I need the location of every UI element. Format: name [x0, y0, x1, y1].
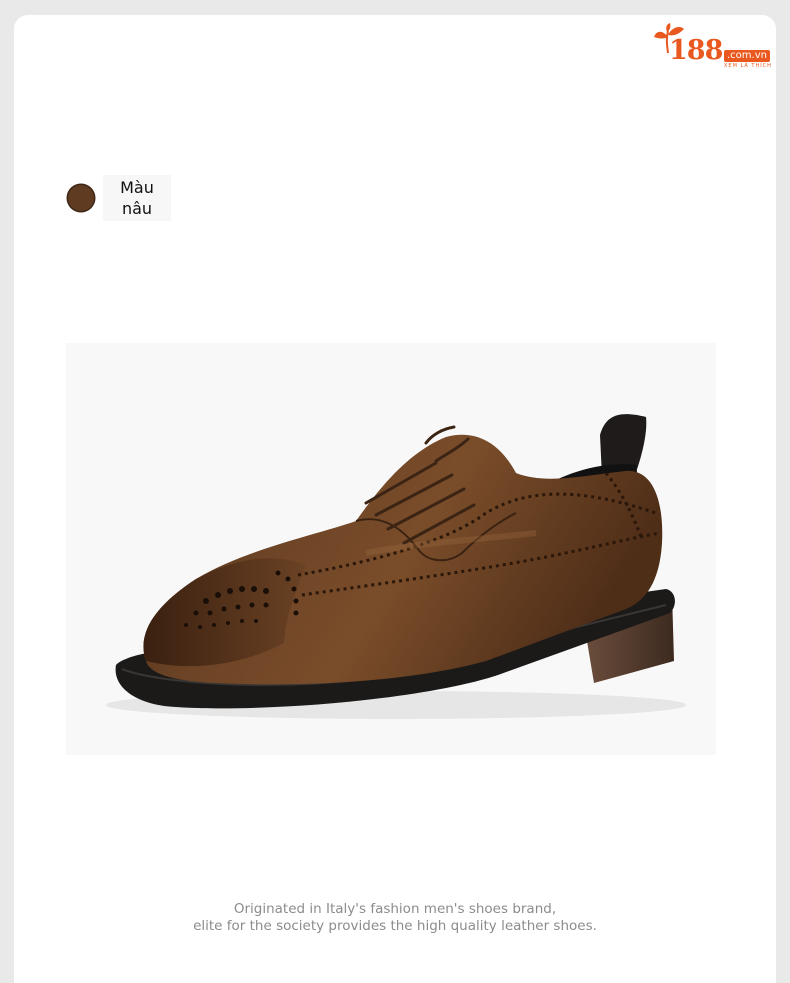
- caption-line-1: Originated in Italy's fashion men's shoe…: [233, 901, 557, 917]
- brand-logo[interactable]: 188 .com.vn XEM LÀ THÍCH: [652, 23, 774, 75]
- brand-domain: .com.vn: [724, 50, 770, 62]
- color-label: Màu nâu: [103, 175, 171, 221]
- product-caption: Originated in Italy's fashion men's shoe…: [14, 901, 776, 935]
- color-label-line1: Màu: [120, 178, 154, 197]
- brand-number: 188: [669, 35, 723, 66]
- product-image: [66, 343, 716, 755]
- color-swatch[interactable]: [68, 185, 94, 211]
- brand-tagline: XEM LÀ THÍCH: [724, 63, 772, 69]
- product-detail-card: 188 .com.vn XEM LÀ THÍCH Màu nâu Origina…: [14, 15, 776, 983]
- brogue-shoe-image: [106, 414, 686, 719]
- color-label-line2: nâu: [121, 199, 153, 218]
- caption-line-2: elite for the society provides the high …: [193, 918, 597, 934]
